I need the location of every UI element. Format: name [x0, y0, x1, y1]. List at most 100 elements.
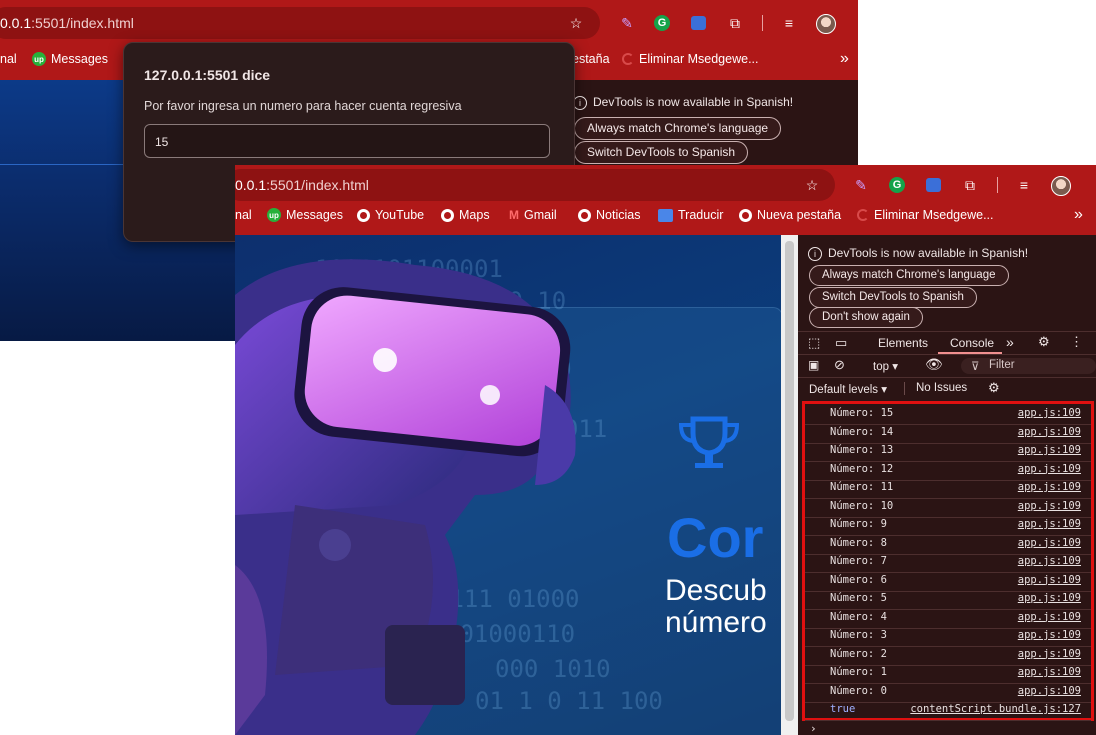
bookmark-nal[interactable]: nal — [0, 52, 17, 66]
console-log-message: Número: 0 — [830, 684, 887, 697]
default-levels-dropdown[interactable]: Default levels ▾ — [809, 382, 887, 396]
grammarly-icon[interactable]: G — [653, 14, 671, 32]
bookmarks-more-button[interactable]: » — [1074, 206, 1083, 224]
profile-avatar[interactable] — [816, 14, 836, 34]
console-settings-icon[interactable]: ⚙ — [988, 380, 1000, 396]
toolbar-separator — [997, 177, 998, 193]
info-icon: i — [573, 96, 587, 110]
always-match-button[interactable]: Always match Chrome's language — [809, 265, 1009, 286]
issues-indicator[interactable]: No Issues — [916, 382, 967, 394]
front-browser-window: 0.0.1:5501/index.html ☆ ✎ G ⧉ ≡ nal up Me… — [235, 165, 1096, 735]
active-tab-indicator — [938, 352, 1002, 354]
bookmark-nal[interactable]: nal — [235, 208, 252, 222]
switch-devtools-button[interactable]: Switch DevTools to Spanish — [574, 141, 749, 164]
console-log-row: Número: 15 app.js:109 — [805, 406, 1091, 425]
console-log-source-link[interactable]: app.js:109 — [1018, 444, 1081, 456]
extensions-puzzle-icon[interactable]: ⧉ — [961, 176, 979, 194]
bookmarks-more-button[interactable]: » — [840, 50, 849, 68]
tab-elements[interactable]: Elements — [878, 336, 928, 350]
bookmark-nueva-pestana[interactable]: estaña — [572, 52, 610, 66]
grammarly-icon[interactable]: G — [888, 176, 906, 194]
console-log-row: Número: 1 app.js:109 — [805, 665, 1091, 684]
levels-bar: Default levels ▾ No Issues ⚙ — [798, 378, 1096, 398]
bookmark-traducir[interactable]: Traducir — [658, 208, 723, 222]
bookmark-noticias[interactable]: Noticias — [578, 208, 640, 222]
sidebar-toggle-icon[interactable]: ▣ — [808, 358, 819, 372]
console-log-source-link[interactable]: app.js:109 — [1018, 574, 1081, 586]
console-log-source-link[interactable]: app.js:109 — [1018, 481, 1081, 493]
info-icon: i — [808, 247, 822, 261]
console-log-source-link[interactable]: app.js:109 — [1018, 611, 1081, 623]
trophy-icon — [678, 416, 740, 468]
eye-icon[interactable]: 👁 — [925, 356, 943, 373]
back-address-bar[interactable]: 0.0.1:5501/index.html — [0, 7, 600, 39]
tab-console[interactable]: Console — [950, 336, 994, 350]
console-log-source-link[interactable]: app.js:109 — [1018, 463, 1081, 475]
console-log-source-link[interactable]: app.js:109 — [1018, 500, 1081, 512]
context-selector[interactable]: top ▾ — [873, 359, 898, 373]
bookmark-icon — [622, 53, 634, 65]
console-log-source-link[interactable]: app.js:109 — [1018, 537, 1081, 549]
star-icon[interactable]: ☆ — [567, 14, 585, 32]
hero-subtitle-line-1: Descub — [665, 574, 767, 607]
inspect-icon[interactable]: ⬚ — [808, 335, 820, 351]
bookmark-messages[interactable]: up Messages — [32, 52, 108, 66]
bookmark-gmail[interactable]: M Gmail — [509, 208, 557, 222]
console-prompt[interactable]: › — [810, 722, 817, 735]
console-log-source-link[interactable]: app.js:109 — [1018, 555, 1081, 567]
console-log-message: Número: 4 — [830, 610, 887, 623]
translate-extension-icon[interactable] — [924, 176, 942, 194]
translate-icon — [658, 208, 673, 222]
scrollbar-thumb[interactable] — [785, 241, 794, 721]
console-log-row: Número: 4 app.js:109 — [805, 610, 1091, 629]
globe-icon — [578, 208, 591, 222]
media-queue-icon[interactable]: ≡ — [1015, 176, 1033, 194]
switch-devtools-button[interactable]: Switch DevTools to Spanish — [809, 287, 977, 308]
console-log-row: Número: 13 app.js:109 — [805, 443, 1091, 462]
console-log-row: Número: 10 app.js:109 — [805, 499, 1091, 518]
dont-show-again-button[interactable]: Don't show again — [809, 307, 923, 328]
upwork-icon: up — [267, 208, 281, 222]
more-glyph: » — [1074, 206, 1083, 223]
extensions-puzzle-icon[interactable]: ⧉ — [726, 14, 744, 32]
feather-icon[interactable]: ✎ — [852, 176, 870, 194]
bookmark-label: nal — [235, 208, 252, 222]
clear-console-icon[interactable]: ⊘ — [834, 357, 845, 373]
robot-illustration — [235, 259, 576, 735]
settings-gear-icon[interactable]: ⚙ — [1038, 334, 1050, 350]
console-log-message: Número: 15 — [830, 407, 894, 419]
console-log-source-link[interactable]: app.js:109 — [1018, 685, 1081, 697]
star-icon[interactable]: ☆ — [803, 176, 821, 194]
console-log-source-link[interactable]: app.js:109 — [1018, 648, 1081, 660]
feather-icon[interactable]: ✎ — [618, 14, 636, 32]
console-log-source-link[interactable]: contentScript.bundle.js:127 — [910, 703, 1081, 715]
always-match-button[interactable]: Always match Chrome's language — [574, 117, 782, 140]
devtools-tabbar: ⬚ ▭ Elements Console » ⚙ ⋮ — [798, 331, 1096, 355]
front-address-bar[interactable]: 0.0.1:5501/index.html — [235, 169, 835, 201]
page-scrollbar[interactable] — [781, 235, 798, 735]
translate-extension-icon[interactable] — [689, 14, 707, 32]
device-toggle-icon[interactable]: ▭ — [835, 335, 847, 351]
bookmark-maps[interactable]: Maps — [441, 208, 490, 222]
bookmark-eliminar[interactable]: Eliminar Msedgewe... — [857, 208, 994, 222]
filter-input[interactable]: ⊽ Filter — [961, 358, 1096, 374]
console-log-source-link[interactable]: app.js:109 — [1018, 666, 1081, 678]
bookmark-eliminar[interactable]: Eliminar Msedgewe... — [622, 52, 759, 66]
console-log-source-link[interactable]: app.js:109 — [1018, 629, 1081, 641]
front-url-host: 0.0.1 — [235, 177, 267, 193]
bookmark-youtube[interactable]: YouTube — [357, 208, 424, 222]
toolbar-separator — [762, 15, 763, 31]
more-tabs-button[interactable]: » — [1006, 334, 1014, 350]
dialog-input[interactable]: 15 — [144, 124, 550, 158]
kebab-menu-icon[interactable]: ⋮ — [1070, 334, 1083, 350]
bookmark-messages[interactable]: up Messages — [267, 208, 343, 222]
console-log-source-link[interactable]: app.js:109 — [1018, 426, 1081, 438]
profile-avatar[interactable] — [1051, 176, 1071, 196]
console-log-source-link[interactable]: app.js:109 — [1018, 592, 1081, 604]
console-log-message: Número: 10 — [830, 499, 894, 512]
bookmark-nueva-pestana[interactable]: Nueva pestaña — [739, 208, 841, 222]
console-toolbar: ▣ ⊘ top ▾ 👁 ⊽ Filter — [798, 355, 1096, 378]
console-log-source-link[interactable]: app.js:109 — [1018, 518, 1081, 530]
media-queue-icon[interactable]: ≡ — [780, 14, 798, 32]
console-log-source-link[interactable]: app.js:109 — [1018, 407, 1081, 419]
